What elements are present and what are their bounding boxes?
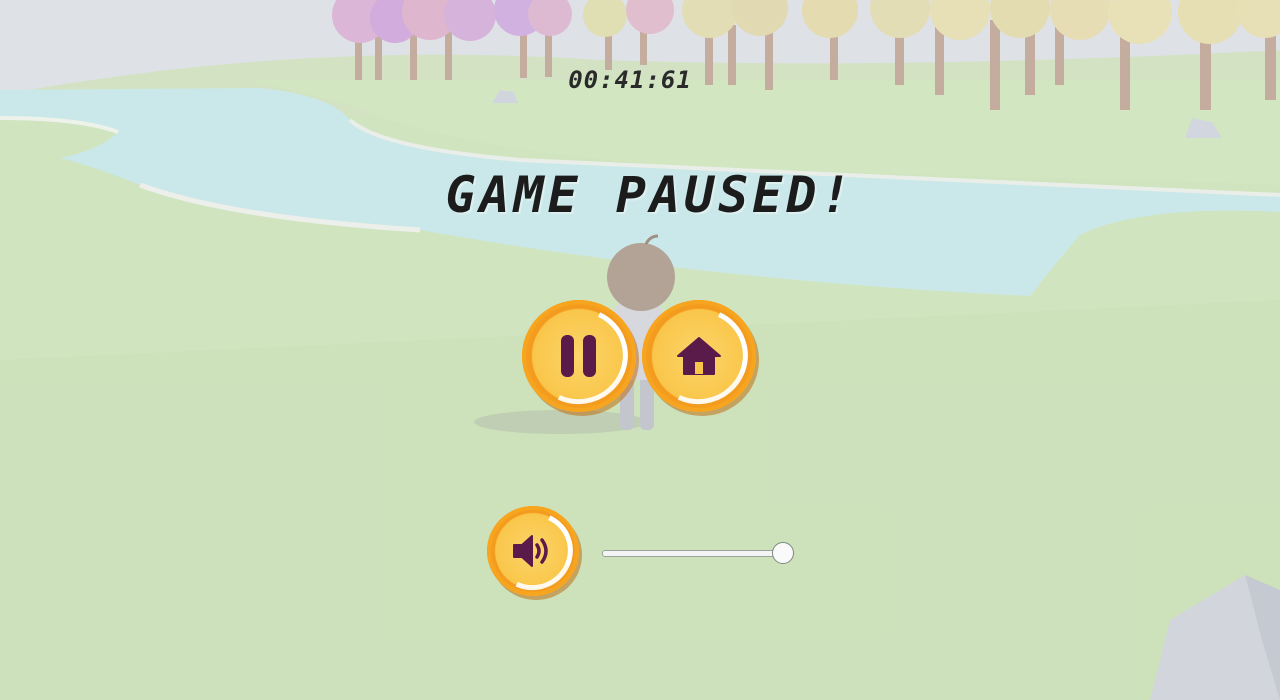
pause-title: GAME PAUSED! bbox=[445, 166, 855, 224]
sound-toggle-button[interactable] bbox=[482, 500, 584, 602]
volume-slider-track bbox=[602, 550, 782, 557]
pause-icon bbox=[561, 335, 596, 377]
home-button[interactable] bbox=[636, 294, 762, 418]
speaker-icon bbox=[513, 535, 548, 567]
home-icon bbox=[677, 337, 721, 375]
pause-button[interactable] bbox=[516, 294, 642, 418]
volume-slider[interactable] bbox=[600, 542, 796, 564]
volume-slider-fill bbox=[603, 551, 781, 556]
game-timer: 00:41:61 bbox=[568, 66, 692, 94]
volume-slider-handle[interactable] bbox=[772, 542, 794, 564]
pause-dim-overlay bbox=[0, 0, 1280, 700]
